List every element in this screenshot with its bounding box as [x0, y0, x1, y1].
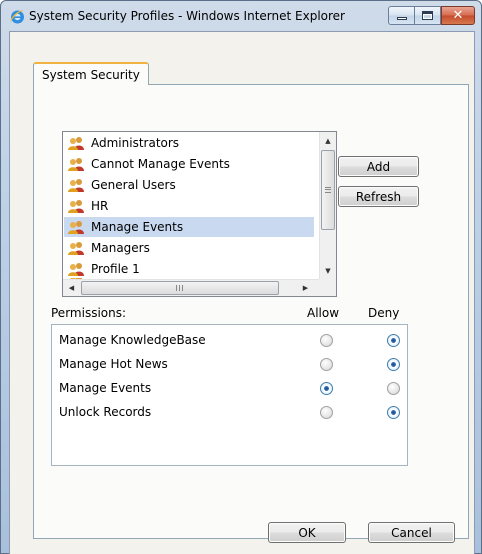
list-item-label: Profile 1	[91, 262, 140, 276]
deny-radio[interactable]	[387, 334, 400, 347]
scroll-corner	[319, 279, 336, 296]
list-item[interactable]: General Users	[64, 175, 314, 195]
permissions-label: Permissions:	[51, 306, 127, 320]
list-item-label: Manage Events	[91, 220, 184, 234]
users-icon	[68, 200, 84, 213]
grip-icon	[325, 187, 331, 193]
close-button[interactable]: ✕	[441, 6, 475, 25]
minimize-button[interactable]	[388, 6, 415, 25]
title-bar[interactable]: System Security Profiles - Windows Inter…	[1, 1, 481, 31]
deny-radio[interactable]	[387, 358, 400, 371]
internet-explorer-icon	[10, 10, 25, 24]
list-item[interactable]: Managers	[64, 238, 314, 258]
list-item-label: Administrators	[91, 136, 180, 150]
list-item-selected[interactable]: Manage Events	[64, 217, 314, 237]
users-icon	[68, 221, 84, 234]
close-icon: ✕	[452, 8, 464, 23]
list-item[interactable]: HR	[64, 196, 314, 216]
users-icon	[68, 179, 84, 192]
cancel-button[interactable]: Cancel	[368, 522, 455, 543]
allow-column-header: Allow	[307, 306, 340, 320]
grip-icon	[176, 285, 183, 291]
horizontal-scroll-thumb[interactable]	[81, 281, 279, 295]
minimize-icon	[396, 17, 407, 20]
list-item-label: Cannot Manage Events	[91, 157, 230, 171]
deny-column-header: Deny	[368, 306, 400, 320]
vertical-scroll-thumb[interactable]	[321, 150, 335, 230]
permission-row: Manage Events	[52, 376, 407, 400]
list-item[interactable]: Administrators	[64, 133, 314, 153]
permission-name: Manage KnowledgeBase	[59, 333, 206, 347]
allow-radio[interactable]	[320, 382, 333, 395]
users-icon	[68, 137, 84, 150]
vertical-scrollbar[interactable]: ▲ ▼	[319, 132, 336, 279]
deny-radio[interactable]	[387, 406, 400, 419]
list-item[interactable]: Cannot Manage Events	[64, 154, 314, 174]
horizontal-scrollbar[interactable]: ◀ ▶	[63, 279, 319, 296]
permission-name: Manage Events	[59, 381, 152, 395]
window-title: System Security Profiles - Windows Inter…	[29, 9, 345, 23]
list-item[interactable]: Profile 1	[64, 259, 314, 279]
permission-name: Manage Hot News	[59, 357, 168, 371]
scroll-down-arrow-icon[interactable]: ▼	[320, 262, 336, 279]
add-button[interactable]: Add	[338, 156, 419, 177]
list-item-label: General Users	[91, 178, 176, 192]
users-icon	[68, 263, 84, 276]
maximize-icon	[422, 11, 433, 20]
maximize-button[interactable]	[415, 6, 441, 25]
browser-window: System Security Profiles - Windows Inter…	[0, 0, 482, 554]
list-item-label: Managers	[91, 241, 150, 255]
dialog-content: System Security Administrators Cannot Ma…	[9, 31, 475, 554]
permission-row: Manage KnowledgeBase	[52, 328, 407, 352]
permission-row: Manage Hot News	[52, 352, 407, 376]
permission-row: Unlock Records	[52, 400, 407, 424]
list-item-label: HR	[91, 199, 109, 213]
scroll-up-arrow-icon[interactable]: ▲	[320, 132, 336, 149]
deny-radio[interactable]	[387, 382, 400, 395]
users-icon	[68, 242, 84, 255]
ok-button[interactable]: OK	[268, 522, 346, 543]
allow-radio[interactable]	[320, 358, 333, 371]
users-icon	[68, 158, 84, 171]
scroll-left-arrow-icon[interactable]: ◀	[63, 280, 80, 296]
profiles-listbox[interactable]: Administrators Cannot Manage Events Gene…	[62, 131, 337, 297]
tab-system-security[interactable]: System Security	[33, 62, 149, 85]
allow-radio[interactable]	[320, 334, 333, 347]
tab-label: System Security	[42, 67, 140, 82]
permission-name: Unlock Records	[59, 405, 152, 419]
scroll-right-arrow-icon[interactable]: ▶	[297, 280, 314, 296]
allow-radio[interactable]	[320, 406, 333, 419]
permissions-list: Manage KnowledgeBase Manage Hot News Man…	[51, 324, 408, 466]
refresh-button[interactable]: Refresh	[338, 186, 419, 207]
